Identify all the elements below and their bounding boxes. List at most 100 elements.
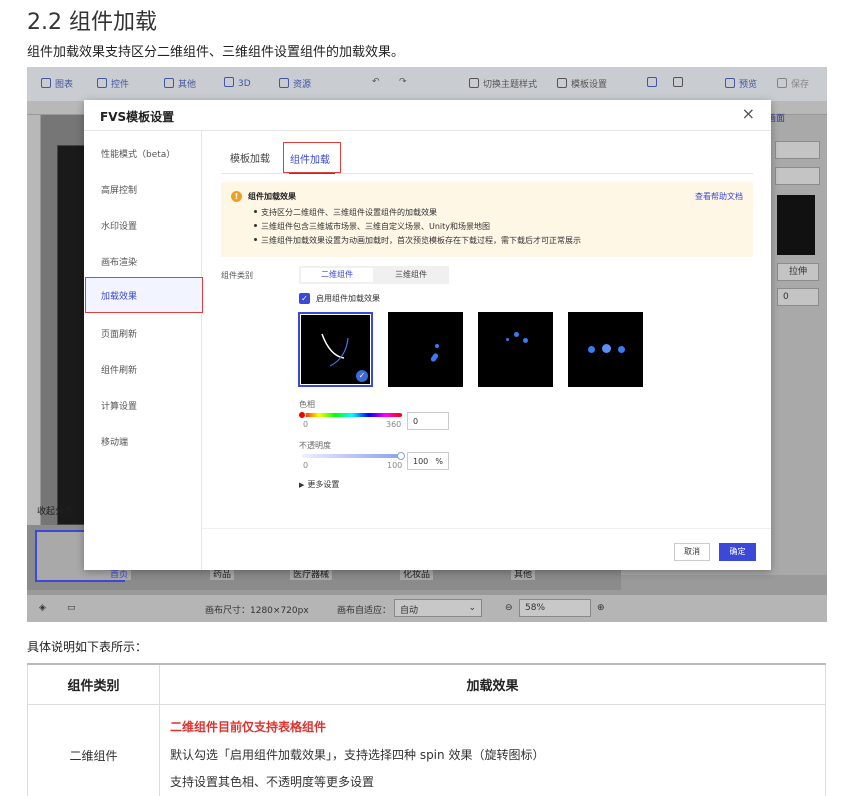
toolbar-theme[interactable]: 切换主题样式	[469, 77, 537, 90]
sidebar-item-compute[interactable]: 计算设置	[101, 399, 137, 412]
tab-component-loading[interactable]: 组件加载	[283, 142, 341, 173]
hue-slider[interactable]	[302, 413, 402, 417]
toolbar-chart[interactable]: 图表	[41, 77, 73, 90]
warning-icon: !	[231, 191, 242, 202]
tab-component-loading-label: 组件加载	[290, 155, 330, 166]
tab-template-loading[interactable]: 模板加载	[230, 150, 270, 165]
close-icon[interactable]: ×	[742, 104, 755, 123]
hue-label: 色相	[299, 400, 315, 409]
dialog-sidebar	[84, 131, 202, 570]
spin-dot	[435, 344, 439, 348]
notice-title: 组件加载效果	[248, 192, 296, 201]
phone-icon	[673, 77, 683, 87]
effects-table: 组件类别 加载效果 二维组件 二维组件目前仅支持表格组件 默认勾选「启用组件加载…	[27, 663, 826, 796]
sidebar-item-performance[interactable]: 性能模式（beta）	[101, 147, 175, 160]
spin-dot	[618, 346, 625, 353]
toolbar-preview-label: 预览	[739, 80, 758, 90]
sidebar-item-canvas-render[interactable]: 画布渲染	[101, 255, 137, 268]
sidebar-item-page-refresh[interactable]: 页面刷新	[101, 327, 137, 340]
zoom-select[interactable]: 58%	[519, 599, 591, 617]
spin-dot	[429, 352, 440, 363]
toolbar-control-label: 控件	[111, 80, 130, 90]
status-bar: ◈ ▭ 画布尺寸：1280×720px 画布自适应： 自动 ⌄ ⊖ 58% ⊕	[27, 595, 827, 622]
confirm-button[interactable]: 确定	[719, 543, 756, 561]
hue-slider-handle[interactable]	[298, 411, 306, 419]
selected-check-icon: ✓	[356, 370, 368, 382]
zoom-value: 58%	[525, 603, 546, 613]
other-icon	[164, 78, 174, 88]
sidebar-item-loading[interactable]: 加载效果	[85, 277, 203, 313]
notice-item: 三维组件加载效果设置为动画加载时，首次预览模板存在下载过程，需下载后才可正常展示	[254, 236, 581, 245]
spin-dot	[514, 332, 519, 337]
table-intro: 具体说明如下表所示：	[27, 640, 148, 654]
zoom-out-icon[interactable]: ⊖	[505, 603, 513, 613]
more-settings[interactable]: 更多设置	[299, 479, 339, 490]
opacity-unit: %	[435, 457, 443, 466]
effect-line: 支持设置其色相、不透明度等更多设置	[170, 775, 375, 789]
toolbar-template-settings[interactable]: 模板设置	[557, 77, 607, 90]
sidebar-item-screen[interactable]: 高屏控制	[101, 183, 137, 196]
opacity-min: 0	[303, 461, 309, 470]
toolbar-3d[interactable]: 3D	[224, 77, 251, 89]
layers-icon[interactable]: ◈	[39, 603, 46, 613]
spin-option-4[interactable]	[568, 312, 643, 387]
desktop-icon[interactable]	[647, 77, 661, 89]
hue-max: 360	[386, 420, 402, 429]
enable-loading-checkbox[interactable]: ✓	[299, 293, 310, 304]
zoom-in-icon[interactable]: ⊕	[597, 603, 605, 613]
segment-3d[interactable]: 三维组件	[375, 268, 447, 282]
preview-icon	[725, 78, 735, 88]
table-cell-effect: 二维组件目前仅支持表格组件 默认勾选「启用组件加载效果」，支持选择四种 spin…	[159, 704, 826, 796]
spin-option-2[interactable]	[388, 312, 463, 387]
keyboard-icon[interactable]: ▭	[67, 603, 76, 613]
sidebar-item-component-refresh[interactable]: 组件刷新	[101, 363, 137, 376]
sidebar-item-watermark[interactable]: 水印设置	[101, 219, 137, 232]
toolbar-control[interactable]: 控件	[97, 77, 129, 90]
stretch-button[interactable]: 拉伸	[777, 263, 819, 281]
table-top-border	[27, 663, 826, 665]
theme-icon	[469, 78, 479, 88]
collapse-pages[interactable]: 收起分页	[37, 504, 73, 517]
opacity-value: 100	[413, 457, 429, 466]
toolbar-other-label: 其他	[178, 80, 197, 90]
spin-dot	[506, 338, 509, 341]
toolbar-save-label: 保存	[791, 80, 810, 90]
spin-option-1[interactable]: ✓	[298, 312, 373, 387]
monitor-icon	[647, 77, 657, 87]
sidebar-item-loading-label: 加载效果	[101, 292, 138, 302]
toolbar-resource[interactable]: 资源	[279, 77, 311, 90]
hue-input[interactable]: 0	[407, 412, 449, 430]
effect-line: 默认勾选「启用组件加载效果」，支持选择四种 spin 效果（旋转图标）	[170, 747, 545, 762]
help-doc-link[interactable]: 查看帮助文档	[695, 191, 743, 202]
editor-toolbar: 图表 控件 其他 3D 资源 ↶ ↷ 切换主题样式 模板设置 预览 保存	[27, 67, 827, 101]
right-number[interactable]: 0	[777, 288, 819, 306]
ruler-left	[27, 115, 41, 535]
right-preview	[777, 195, 815, 255]
opacity-max: 100	[387, 461, 403, 470]
toolbar-other[interactable]: 其他	[164, 77, 196, 90]
table-header: 加载效果	[159, 663, 826, 705]
opacity-slider-handle[interactable]	[397, 452, 405, 460]
resource-icon	[279, 78, 289, 88]
segment-2d[interactable]: 二维组件	[301, 268, 373, 282]
dialog-title: FVS模板设置	[100, 110, 175, 124]
table-cell-type: 二维组件	[27, 704, 160, 796]
toolbar-preview[interactable]: 预览	[725, 77, 757, 90]
undo-icon[interactable]: ↶	[372, 77, 380, 87]
footer-divider	[202, 528, 771, 529]
opacity-input[interactable]: 100 %	[407, 452, 449, 470]
redo-icon[interactable]: ↷	[399, 77, 407, 87]
spin-option-3[interactable]	[478, 312, 553, 387]
chart-icon	[41, 78, 51, 88]
notice-box: ! 组件加载效果 查看帮助文档 支持区分二维组件、三维组件设置组件的加载效果 三…	[221, 182, 753, 257]
right-input[interactable]	[775, 141, 820, 159]
right-select[interactable]	[775, 167, 820, 185]
sidebar-item-mobile[interactable]: 移动端	[101, 435, 128, 448]
component-type-switch: 二维组件 三维组件	[299, 266, 449, 284]
adapt-select[interactable]: 自动 ⌄	[394, 599, 482, 617]
cancel-button[interactable]: 取消	[674, 543, 710, 561]
opacity-slider[interactable]	[302, 454, 402, 458]
save-icon	[777, 78, 787, 88]
mobile-icon[interactable]	[673, 77, 687, 89]
toolbar-save[interactable]: 保存	[777, 77, 809, 90]
